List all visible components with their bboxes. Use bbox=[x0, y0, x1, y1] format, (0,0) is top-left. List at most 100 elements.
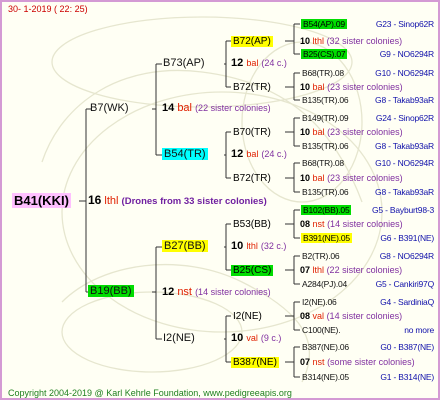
gen4-left: B25(CS).07 bbox=[301, 49, 348, 59]
fm-node[interactable]: B54(TR) bbox=[162, 148, 208, 161]
ff-drone-info: 12 bal (24 c.) bbox=[231, 57, 287, 70]
mf-drone-count: 10 bbox=[231, 240, 244, 252]
mm-node[interactable]: I2(NE) bbox=[163, 332, 195, 345]
ffm-drone-note: (23 sister colonies) bbox=[327, 82, 403, 92]
mmf-node[interactable]: I2(NE) bbox=[233, 310, 262, 323]
fm-drone-note: (24 c.) bbox=[261, 149, 287, 159]
gen4-right: G6 - B391(NE) bbox=[380, 233, 434, 243]
mmf-drone-breed: val bbox=[312, 311, 325, 321]
mff-node[interactable]: B53(BB) bbox=[233, 218, 271, 231]
mmm-node[interactable]: B387(NE) bbox=[231, 356, 279, 369]
mf-node[interactable]: B27(BB) bbox=[162, 240, 208, 253]
gen4-row[interactable]: B54(AP).09 bbox=[301, 18, 347, 31]
mm-drone-info: 10 val (9 c.) bbox=[231, 332, 281, 345]
mm-drone-breed: val bbox=[246, 333, 258, 343]
mf-drone-breed: lthl bbox=[246, 241, 258, 251]
gen4-right: G5 - Bayburt98-3 bbox=[372, 205, 434, 215]
fmm-drone-info: 10 bal (23 sister colonies) bbox=[300, 172, 403, 185]
fmm-label: B72(TR) bbox=[233, 173, 271, 184]
ffm-node[interactable]: B72(TR) bbox=[233, 81, 271, 94]
ff-label: B73(AP) bbox=[163, 57, 205, 69]
copyright-text: Copyright 2004-2019 @ Karl Kehrle Founda… bbox=[8, 388, 199, 398]
ffm-drone-count: 10 bbox=[300, 82, 311, 92]
father-label: B7(WK) bbox=[90, 102, 129, 114]
fff-node[interactable]: B72(AP) bbox=[231, 35, 273, 48]
gen4-row[interactable]: B102(BB).05 bbox=[301, 204, 352, 217]
fmm-node[interactable]: B72(TR) bbox=[233, 172, 271, 185]
mmf-label: I2(NE) bbox=[233, 311, 262, 322]
fmf-drone-breed: bal bbox=[312, 127, 325, 137]
gen4-left[interactable]: B135(TR).06 bbox=[302, 94, 349, 107]
gen4-left[interactable]: B314(NE).05 bbox=[302, 371, 349, 384]
mm-label: I2(NE) bbox=[163, 332, 195, 344]
fff-drone-note: (32 sister colonies) bbox=[326, 36, 403, 46]
root-queen[interactable]: B41(KKI) bbox=[12, 193, 71, 208]
mmf-drone-count: 08 bbox=[300, 311, 311, 321]
mmm-drone-info: 07 nst (some sister colonies) bbox=[300, 356, 415, 369]
fm-label: B54(TR) bbox=[162, 148, 208, 160]
site-link[interactable]: www.pedigreeapis.org bbox=[203, 388, 292, 398]
fff-drone-breed: lthl bbox=[312, 36, 325, 46]
gen4-left[interactable]: B387(NE).06 bbox=[302, 341, 349, 354]
ffm-drone-breed: bal bbox=[312, 82, 325, 92]
mff-label: B53(BB) bbox=[233, 219, 271, 230]
mfm-label: B25(CS) bbox=[231, 265, 274, 276]
gen4-right: G9 - NO6294R bbox=[379, 49, 434, 59]
gen4-left[interactable]: B2(TR).06 bbox=[302, 250, 340, 263]
mmm-drone-breed: nst bbox=[312, 357, 325, 367]
fmf-drone-info: 10 bal (23 sister colonies) bbox=[300, 126, 403, 139]
mother-node[interactable]: B19(BB) bbox=[88, 285, 134, 298]
gen4-left: B391(NE).05 bbox=[301, 233, 352, 243]
mfm-node[interactable]: B25(CS) bbox=[231, 264, 274, 277]
mf-label: B27(BB) bbox=[162, 240, 208, 252]
mff-drone-count: 08 bbox=[300, 219, 311, 229]
gen4-left[interactable]: B68(TR).08 bbox=[302, 67, 344, 80]
ff-node[interactable]: B73(AP) bbox=[163, 57, 205, 70]
fm-drone-info: 12 bal (24 c.) bbox=[231, 148, 287, 161]
gen4-right: G8 - Takab93aR bbox=[375, 187, 434, 197]
gen4-right: G8 - Takab93aR bbox=[375, 95, 434, 105]
mfm-drone-breed: lthl bbox=[312, 265, 325, 275]
fmm-drone-breed: bal bbox=[312, 173, 325, 183]
mother-drone-count: 12 bbox=[162, 286, 175, 298]
father-node[interactable]: B7(WK) bbox=[90, 102, 129, 115]
mff-drone-breed: nst bbox=[312, 219, 325, 229]
gen4-left[interactable]: I2(NE).06 bbox=[302, 296, 337, 309]
gen4-left[interactable]: C100(NE). bbox=[302, 324, 341, 337]
mother-label: B19(BB) bbox=[88, 285, 134, 297]
gen4-right: G24 - Sinop62R bbox=[375, 113, 434, 123]
gen4-row[interactable]: B391(NE).05 bbox=[301, 232, 352, 245]
root-queen-label: B41(KKI) bbox=[12, 193, 71, 208]
root-drone-note: (Drones from 33 sister colonies) bbox=[121, 196, 267, 207]
fmm-drone-note: (23 sister colonies) bbox=[327, 173, 403, 183]
gen4-right: G10 - NO6294R bbox=[375, 158, 434, 168]
gen4-left[interactable]: B68(TR).08 bbox=[302, 157, 344, 170]
copyright-footer: Copyright 2004-2019 @ Karl Kehrle Founda… bbox=[8, 388, 292, 398]
pedigree-frame: 30- 1-2019 ( 22: 25) B41(KKI) 16 lthl (D… bbox=[0, 0, 440, 400]
mm-drone-note: (9 c.) bbox=[260, 333, 282, 343]
mfm-drone-note: (22 sister colonies) bbox=[326, 265, 403, 275]
fff-drone-info: 10 lthl (32 sister colonies) bbox=[300, 35, 402, 48]
gen4-left[interactable]: B149(TR).09 bbox=[302, 112, 349, 125]
gen4-left[interactable]: B135(TR).06 bbox=[302, 140, 349, 153]
father-drone-note: (22 sister colonies) bbox=[195, 103, 271, 113]
mmf-drone-info: 08 val (14 sister colonies) bbox=[300, 310, 402, 323]
mmm-drone-note: (some sister colonies) bbox=[327, 357, 415, 367]
fmf-node[interactable]: B70(TR) bbox=[233, 126, 271, 139]
ff-drone-note: (24 c.) bbox=[261, 58, 287, 68]
ff-drone-count: 12 bbox=[231, 57, 244, 69]
father-drone-info: 14 bal (22 sister colonies) bbox=[162, 102, 271, 115]
mff-drone-info: 08 nst (14 sister colonies) bbox=[300, 218, 403, 231]
gen4-row[interactable]: B25(CS).07 bbox=[301, 48, 348, 61]
ffm-drone-info: 10 bal (23 sister colonies) bbox=[300, 81, 403, 94]
gen4-left: B102(BB).05 bbox=[301, 205, 352, 215]
gen4-left[interactable]: B135(TR).06 bbox=[302, 186, 349, 199]
gen4-right: no more bbox=[404, 325, 434, 335]
header-datetime: 1-2019 ( 22: 25) bbox=[23, 4, 88, 14]
mm-drone-count: 10 bbox=[231, 332, 244, 344]
gen4-right: G1 - B314(NE) bbox=[380, 372, 434, 382]
gen4-left[interactable]: A284(PJ).04 bbox=[302, 278, 347, 291]
gen4-left: B54(AP).09 bbox=[301, 19, 347, 29]
mmm-label: B387(NE) bbox=[231, 357, 279, 368]
report-header: 30- 1-2019 ( 22: 25) bbox=[8, 3, 88, 16]
